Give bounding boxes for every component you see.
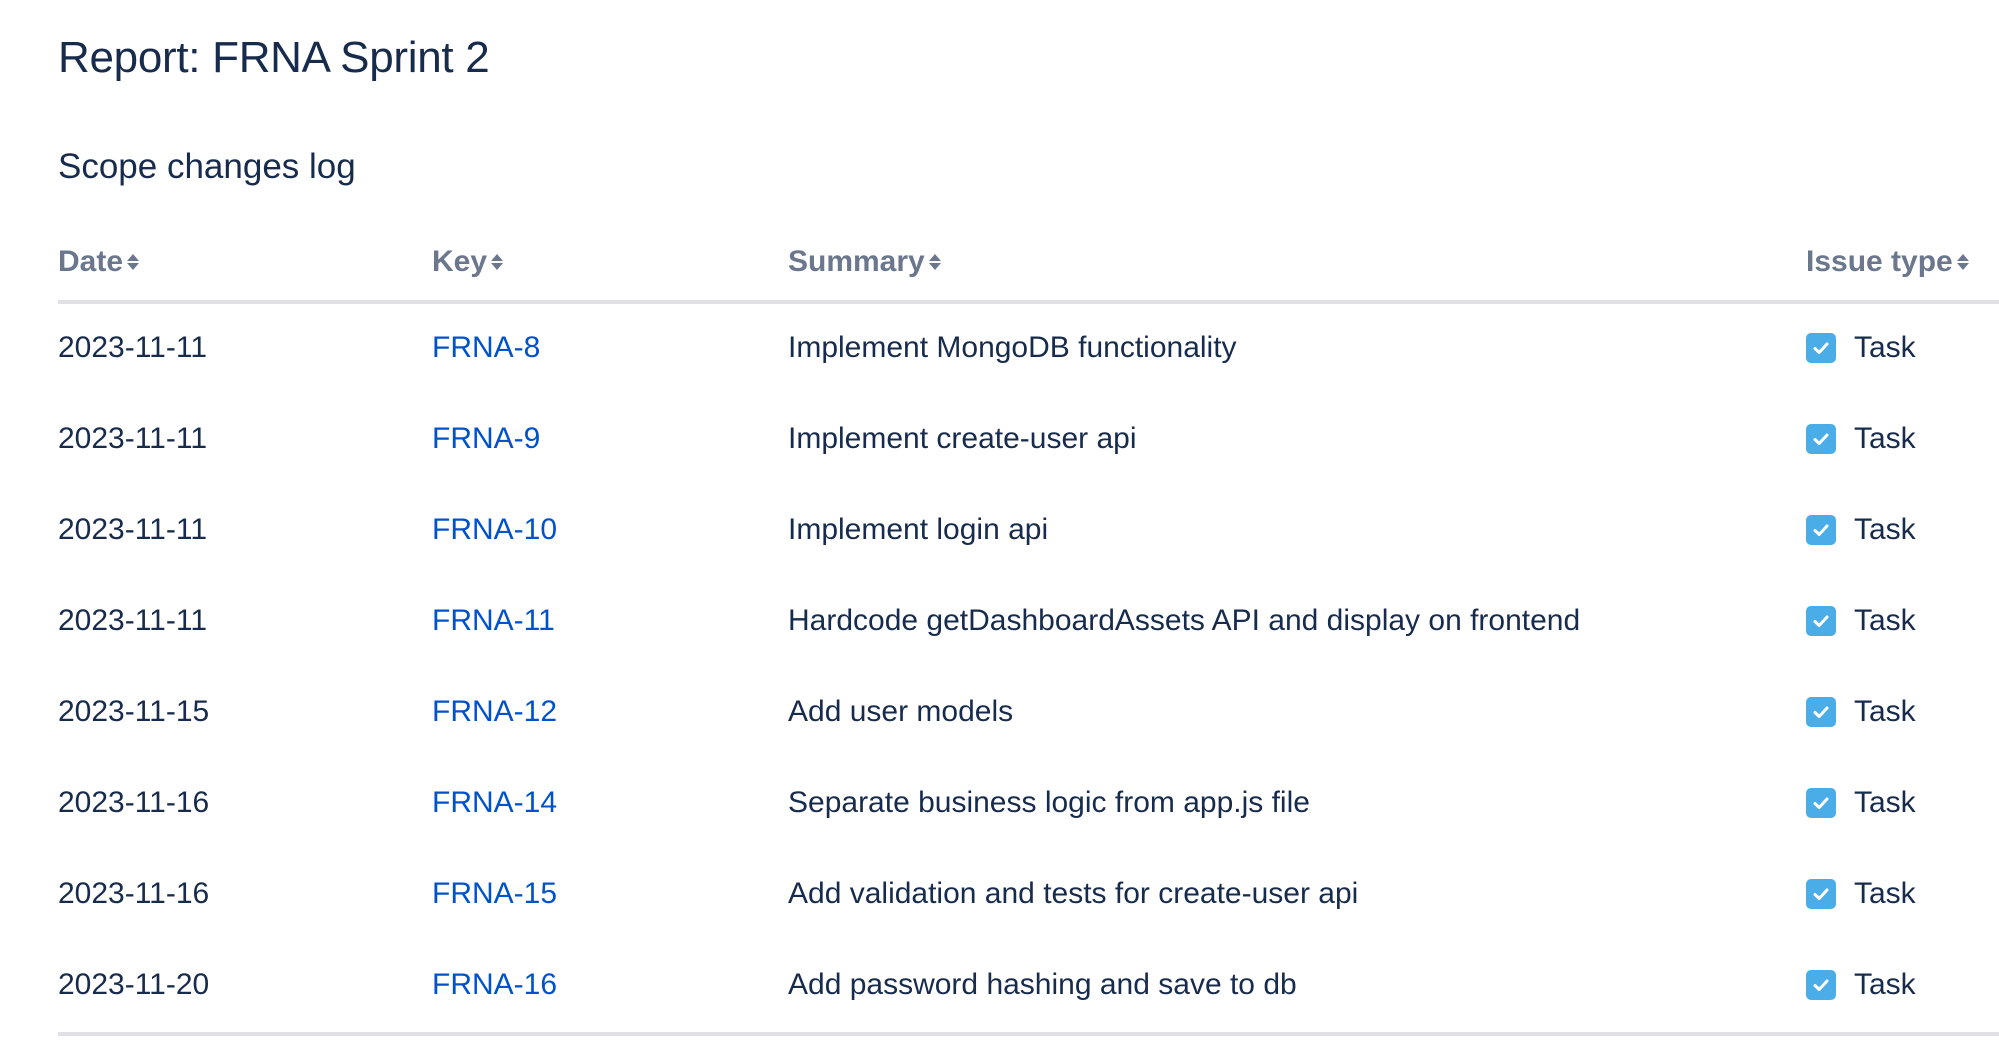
sort-icon	[928, 251, 941, 273]
column-header-label: Key	[432, 245, 488, 278]
column-header-label: Date	[58, 245, 124, 278]
column-header-date[interactable]: Date	[58, 244, 140, 280]
task-checkbox-icon	[1806, 970, 1836, 1000]
table-row[interactable]: 2023-11-15 FRNA-12 Add user models Task	[58, 668, 1999, 759]
issue-type-cell: Task	[1806, 328, 1916, 368]
task-checkbox-icon	[1806, 697, 1836, 727]
date-cell: 2023-11-16	[58, 786, 210, 819]
summary-cell: Add user models	[788, 695, 1014, 728]
issue-type-label: Task	[1854, 604, 1916, 637]
sort-icon	[127, 251, 140, 273]
task-checkbox-icon	[1806, 515, 1836, 545]
issue-type-cell: Task	[1806, 874, 1916, 914]
task-checkbox-icon	[1806, 879, 1836, 909]
scope-changes-table: Date Key Summary Issue type 2023-11-11 FR…	[58, 230, 1999, 1036]
table-row[interactable]: 2023-11-20 FRNA-16 Add password hashing an…	[58, 941, 1999, 1036]
sort-icon	[491, 251, 504, 273]
issue-key-link[interactable]: FRNA-14	[432, 786, 557, 819]
issue-type-label: Task	[1854, 513, 1916, 546]
key-cell: FRNA-16	[432, 965, 557, 1005]
date-cell: 2023-11-11	[58, 331, 208, 364]
issue-type-cell: Task	[1806, 419, 1916, 459]
column-header-key[interactable]: Key	[432, 244, 504, 280]
date-cell: 2023-11-11	[58, 513, 208, 546]
task-checkbox-icon	[1806, 606, 1836, 636]
table-row[interactable]: 2023-11-11 FRNA-9 Implement create-user ap…	[58, 395, 1999, 486]
key-cell: FRNA-9	[432, 419, 540, 459]
key-cell: FRNA-8	[432, 328, 540, 368]
date-cell: 2023-11-15	[58, 695, 210, 728]
issue-type-cell: Task	[1806, 510, 1916, 550]
key-cell: FRNA-12	[432, 692, 557, 732]
summary-cell: Add password hashing and save to db	[788, 968, 1297, 1001]
summary-cell: Implement login api	[788, 513, 1049, 546]
issue-key-link[interactable]: FRNA-15	[432, 877, 557, 910]
task-checkbox-icon	[1806, 424, 1836, 454]
issue-key-link[interactable]: FRNA-10	[432, 513, 557, 546]
issue-type-label: Task	[1854, 968, 1916, 1001]
table-row[interactable]: 2023-11-16 FRNA-15 Add validation and test…	[58, 850, 1999, 941]
column-header-summary[interactable]: Summary	[788, 244, 941, 280]
key-cell: FRNA-14	[432, 783, 557, 823]
table-header: Date Key Summary Issue type	[58, 230, 1999, 304]
task-checkbox-icon	[1806, 788, 1836, 818]
date-cell: 2023-11-11	[58, 604, 208, 637]
key-cell: FRNA-15	[432, 874, 557, 914]
issue-type-label: Task	[1854, 877, 1916, 910]
issue-type-label: Task	[1854, 786, 1916, 819]
issue-type-cell: Task	[1806, 601, 1916, 641]
table-row[interactable]: 2023-11-11 FRNA-11 Hardcode getDashboardAs…	[58, 577, 1999, 668]
column-header-issue-type[interactable]: Issue type	[1806, 244, 1969, 280]
key-cell: FRNA-11	[432, 601, 555, 641]
key-cell: FRNA-10	[432, 510, 557, 550]
issue-type-label: Task	[1854, 422, 1916, 455]
issue-type-label: Task	[1854, 331, 1916, 364]
issue-type-cell: Task	[1806, 965, 1916, 1005]
table-body: 2023-11-11 FRNA-8 Implement MongoDB functi…	[58, 304, 1999, 1036]
task-checkbox-icon	[1806, 333, 1836, 363]
summary-cell: Add validation and tests for create-user…	[788, 877, 1359, 910]
issue-key-link[interactable]: FRNA-9	[432, 422, 540, 455]
summary-cell: Implement MongoDB functionality	[788, 331, 1237, 364]
summary-cell: Implement create-user api	[788, 422, 1137, 455]
column-header-label: Summary	[788, 245, 925, 278]
summary-cell: Separate business logic from app.js file	[788, 786, 1310, 819]
issue-type-label: Task	[1854, 695, 1916, 728]
sort-icon	[1956, 251, 1969, 273]
date-cell: 2023-11-20	[58, 968, 210, 1001]
section-title: Scope changes log	[58, 147, 356, 186]
date-cell: 2023-11-16	[58, 877, 210, 910]
column-header-label: Issue type	[1806, 245, 1953, 278]
table-row[interactable]: 2023-11-11 FRNA-10 Implement login api Task	[58, 486, 1999, 577]
issue-type-cell: Task	[1806, 783, 1916, 823]
table-row[interactable]: 2023-11-16 FRNA-14 Separate business logic…	[58, 759, 1999, 850]
table-row[interactable]: 2023-11-11 FRNA-8 Implement MongoDB functi…	[58, 304, 1999, 395]
summary-cell: Hardcode getDashboardAssets API and disp…	[788, 604, 1581, 637]
page-title: Report: FRNA Sprint 2	[58, 33, 490, 82]
issue-key-link[interactable]: FRNA-16	[432, 968, 557, 1001]
issue-key-link[interactable]: FRNA-12	[432, 695, 557, 728]
date-cell: 2023-11-11	[58, 422, 208, 455]
issue-key-link[interactable]: FRNA-8	[432, 331, 540, 364]
issue-type-cell: Task	[1806, 692, 1916, 732]
issue-key-link[interactable]: FRNA-11	[432, 604, 555, 637]
